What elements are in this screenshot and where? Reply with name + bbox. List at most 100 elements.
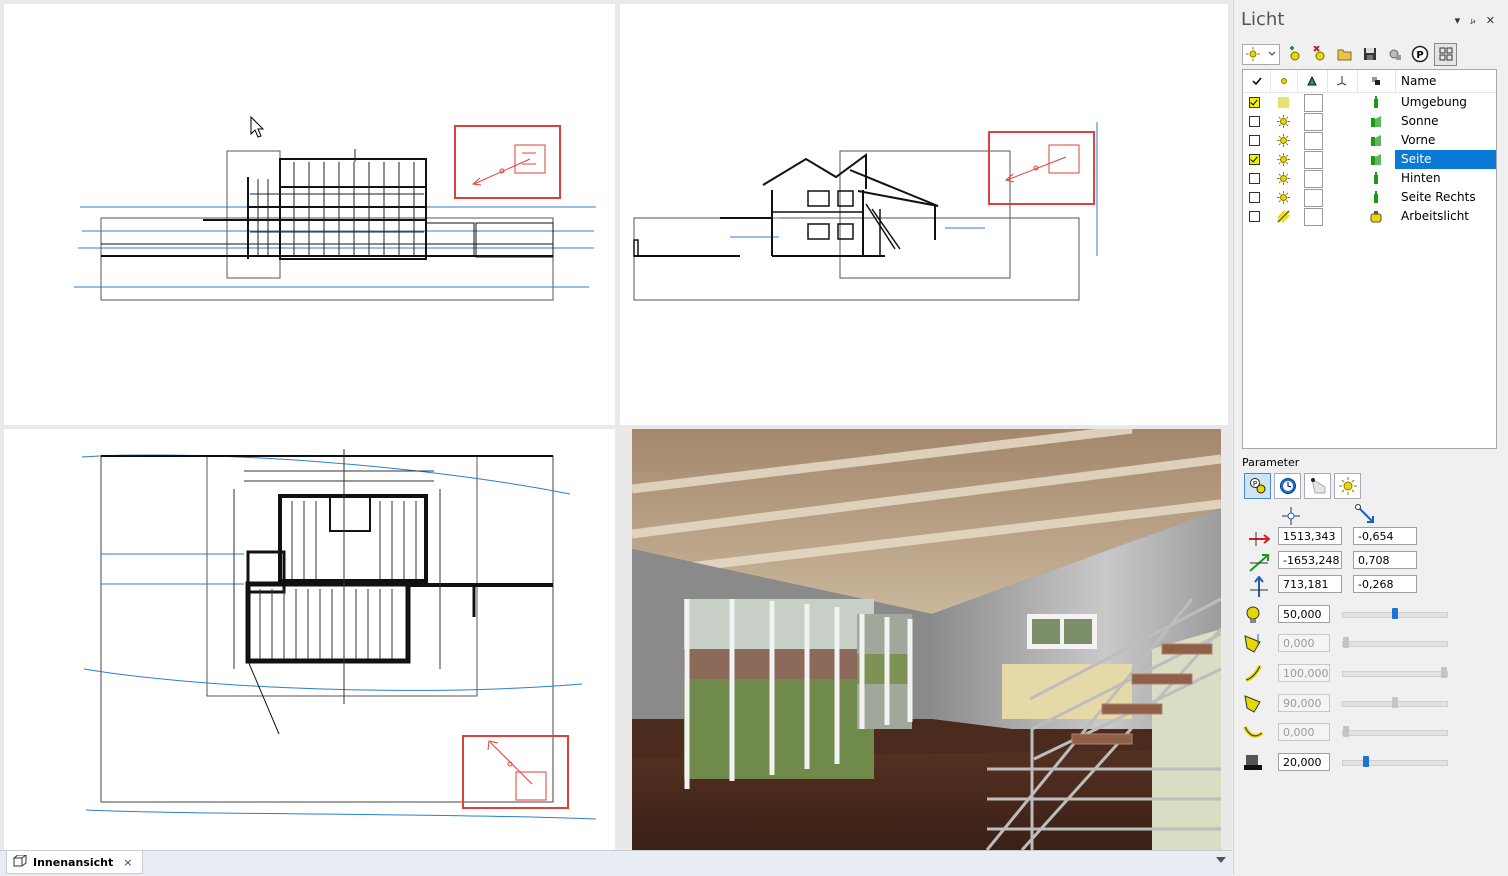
light-color-swatch[interactable] — [1304, 170, 1323, 188]
light-enabled-checkbox[interactable] — [1249, 173, 1260, 184]
column-type[interactable] — [1270, 70, 1298, 92]
viewport-area[interactable] — [0, 0, 1232, 850]
add-light-button[interactable] — [1284, 44, 1305, 65]
save-button[interactable] — [1359, 44, 1380, 65]
parameter-slider[interactable] — [1342, 726, 1448, 737]
parameter-value-field[interactable]: 20,000 — [1278, 753, 1330, 771]
slider-thumb[interactable] — [1392, 697, 1398, 708]
light-name: Sonne — [1401, 114, 1439, 128]
slider-thumb[interactable] — [1343, 637, 1349, 648]
open-button[interactable] — [1334, 44, 1355, 65]
column-shadow[interactable] — [1357, 70, 1396, 92]
slider-thumb[interactable] — [1392, 608, 1398, 619]
direction-y-field[interactable]: 0,708 — [1353, 551, 1417, 569]
viewport-side-elevation[interactable] — [620, 4, 1228, 425]
light-panel: Licht ▾ ⭟ ✕ P Name Umgebung Sonne Vorne … — [1233, 0, 1508, 875]
tab-sun[interactable] — [1334, 473, 1361, 499]
light-name: Seite — [1395, 150, 1496, 169]
pin-icon[interactable]: ⭟ — [1470, 14, 1476, 27]
chevron-down-icon — [1268, 51, 1276, 56]
light-enabled-checkbox[interactable] — [1249, 116, 1260, 127]
panel-title: Licht — [1241, 9, 1285, 30]
light-properties-button[interactable] — [1384, 44, 1405, 65]
parameter-section-label: Parameter — [1242, 456, 1300, 469]
sun-icon — [1246, 47, 1260, 61]
sun-light-icon — [1277, 191, 1290, 204]
direction-z-field[interactable]: -0,268 — [1353, 575, 1417, 593]
tab-list-dropdown-icon[interactable] — [1216, 857, 1226, 863]
parameter-slider[interactable] — [1342, 637, 1448, 648]
light-row[interactable]: Seite Rechts — [1243, 188, 1496, 207]
sun-small-icon — [1280, 78, 1287, 84]
svg-text:P: P — [1252, 480, 1256, 488]
light-row[interactable]: Seite — [1243, 150, 1496, 169]
viewport-front-elevation[interactable] — [4, 4, 615, 425]
light-name: Seite Rechts — [1401, 190, 1476, 204]
light-enabled-checkbox[interactable] — [1249, 135, 1260, 146]
light-color-swatch[interactable] — [1304, 208, 1323, 226]
position-x-field[interactable]: 1513,343 — [1278, 527, 1342, 545]
delete-light-button[interactable] — [1309, 44, 1330, 65]
x-axis-icon — [1249, 532, 1270, 546]
sun-light-icon — [1277, 115, 1290, 128]
light-enabled-checkbox[interactable] — [1249, 154, 1260, 165]
light-type-dropdown[interactable] — [1242, 43, 1280, 65]
parameter-value-field[interactable]: 100,000 — [1278, 664, 1330, 682]
light-color-swatch[interactable] — [1304, 189, 1323, 207]
parameter-slider[interactable] — [1342, 756, 1448, 767]
light-row[interactable]: Arbeitslicht — [1243, 207, 1496, 226]
position-y-field[interactable]: -1653,248 — [1278, 551, 1342, 569]
column-axis[interactable] — [1327, 70, 1358, 92]
delete-light-icon — [1312, 46, 1324, 61]
close-icon[interactable]: ✕ — [1486, 14, 1495, 27]
direction-x-field[interactable]: -0,654 — [1353, 527, 1417, 545]
light-name: Vorne — [1401, 133, 1436, 147]
parameter-slider[interactable] — [1342, 667, 1448, 678]
light-color-swatch[interactable] — [1304, 132, 1323, 150]
slider-thumb[interactable] — [1343, 726, 1349, 737]
directional-lamp-icon — [1371, 135, 1381, 146]
position-z-field[interactable]: 713,181 — [1278, 575, 1342, 593]
column-color[interactable] — [1297, 70, 1328, 92]
tab-light-cone[interactable] — [1304, 473, 1331, 499]
light-enabled-checkbox[interactable] — [1249, 211, 1260, 222]
shadow-softness-icon — [1242, 751, 1264, 773]
light-enabled-checkbox[interactable] — [1249, 97, 1260, 108]
light-row[interactable]: Sonne — [1243, 112, 1496, 131]
viewport-3d-render[interactable] — [632, 429, 1221, 850]
tab-innenansicht[interactable]: Innenansicht × — [6, 851, 144, 874]
presets-button[interactable]: P — [1409, 44, 1430, 65]
viewport-floor-plan[interactable] — [4, 429, 615, 850]
light-list-header: Name — [1243, 70, 1496, 93]
svg-text:P: P — [1416, 50, 1423, 61]
parameter-slider[interactable] — [1342, 697, 1448, 708]
parameter-value-field[interactable]: 90,000 — [1278, 694, 1330, 712]
parameter-value-field[interactable]: 0,000 — [1278, 723, 1330, 741]
folder-open-icon — [1337, 49, 1351, 61]
parameter-slider[interactable] — [1342, 608, 1448, 619]
tab-light-parameters[interactable]: P — [1244, 473, 1271, 499]
slider-thumb[interactable] — [1363, 756, 1369, 767]
column-enabled[interactable] — [1243, 70, 1271, 92]
tab-time[interactable] — [1274, 473, 1301, 499]
z-axis-icon — [1250, 576, 1268, 597]
checkmark-icon — [1251, 77, 1262, 85]
parameter-value-field[interactable]: 50,000 — [1278, 605, 1330, 623]
intensity-icon — [1242, 603, 1264, 625]
light-row[interactable]: Hinten — [1243, 169, 1496, 188]
column-name[interactable]: Name — [1395, 70, 1496, 92]
light-color-swatch[interactable] — [1304, 94, 1323, 112]
grid-view-button[interactable] — [1434, 42, 1457, 66]
light-color-swatch[interactable] — [1304, 113, 1323, 131]
slider-thumb[interactable] — [1441, 667, 1447, 678]
p-circle-icon: P — [1411, 45, 1428, 63]
tab-close-icon[interactable]: × — [123, 856, 132, 869]
panel-menu-icon[interactable]: ▾ — [1455, 14, 1461, 27]
parameter-value-field[interactable]: 0,000 — [1278, 634, 1330, 652]
light-enabled-checkbox[interactable] — [1249, 192, 1260, 203]
light-color-swatch[interactable] — [1304, 151, 1323, 169]
document-tab-bar: Innenansicht × — [0, 850, 1232, 876]
light-row[interactable]: Umgebung — [1243, 93, 1496, 112]
sun-light-icon — [1277, 172, 1290, 185]
light-row[interactable]: Vorne — [1243, 131, 1496, 150]
